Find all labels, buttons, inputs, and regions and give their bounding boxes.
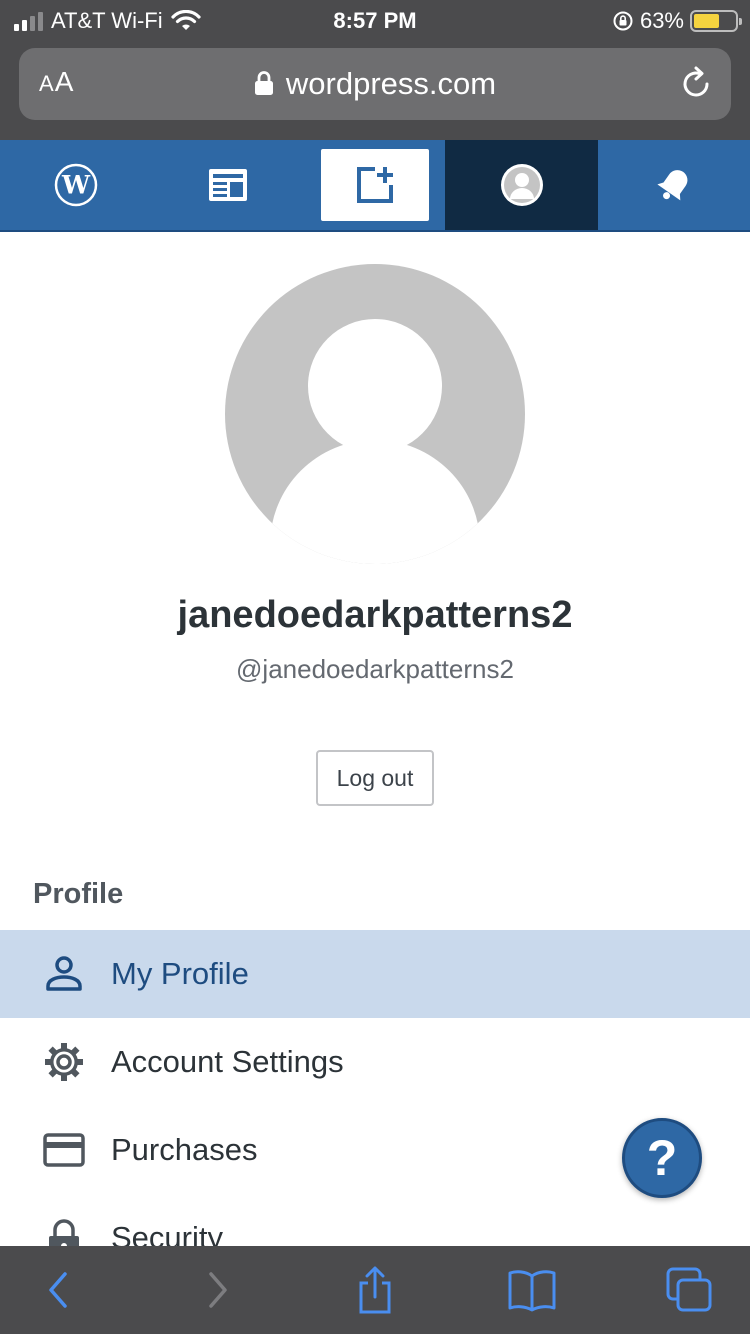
profile-menu: My Profile Account Settings Purchases Se…	[0, 930, 750, 1282]
me-avatar-icon	[500, 164, 543, 206]
profile-avatar[interactable]	[225, 264, 525, 564]
status-bar: AT&T Wi-Fi 8:57 PM 63%	[0, 0, 750, 42]
reader-icon	[209, 169, 247, 201]
forward-button[interactable]	[192, 1264, 244, 1316]
menu-label: Purchases	[111, 1132, 258, 1167]
battery-icon	[690, 10, 742, 32]
reload-icon[interactable]	[677, 65, 715, 103]
wordpress-logo-icon: W	[54, 163, 98, 207]
url-text: wordpress.com	[285, 66, 497, 101]
tabs-icon	[666, 1267, 712, 1312]
back-button[interactable]	[32, 1264, 84, 1316]
status-right: 63%	[612, 8, 742, 34]
masterbar-notifications[interactable]	[598, 140, 750, 230]
orientation-lock-icon	[613, 11, 633, 31]
profile-display-name: janedoedarkpatterns2	[177, 594, 573, 636]
gear-icon	[45, 1043, 83, 1081]
svg-text:W: W	[61, 171, 91, 200]
credit-card-icon	[43, 1133, 85, 1167]
masterbar-write[interactable]	[304, 140, 445, 230]
share-button[interactable]	[349, 1264, 401, 1316]
menu-item-account-settings[interactable]: Account Settings	[0, 1018, 750, 1106]
bookmarks-icon	[508, 1270, 556, 1312]
masterbar-me[interactable]	[445, 140, 598, 230]
browser-top-chrome: AT&T Wi-Fi 8:57 PM 63% AA wordpress.com	[0, 0, 750, 140]
write-post-icon	[356, 167, 393, 203]
section-title-profile: Profile	[33, 878, 124, 910]
menu-label: My Profile	[111, 956, 249, 991]
menu-item-my-profile[interactable]: My Profile	[0, 930, 750, 1018]
masterbar-my-sites[interactable]: W	[0, 140, 152, 230]
menu-label: Account Settings	[111, 1044, 344, 1079]
logout-button[interactable]: Log out	[316, 750, 434, 806]
person-icon	[46, 956, 82, 991]
profile-username: @janedoedarkpatterns2	[236, 654, 514, 684]
url-display[interactable]: wordpress.com	[19, 66, 731, 102]
browser-toolbar	[0, 1246, 750, 1334]
masterbar-reader[interactable]	[152, 140, 304, 230]
forward-icon	[209, 1272, 227, 1308]
battery-percent: 63%	[639, 8, 684, 33]
lock-icon	[254, 71, 273, 95]
share-icon	[359, 1266, 391, 1314]
tabs-button[interactable]	[664, 1264, 716, 1316]
back-icon	[49, 1272, 67, 1308]
notifications-bell-icon	[657, 170, 688, 201]
address-bar[interactable]: AA wordpress.com	[19, 48, 731, 120]
help-button[interactable]: ?	[622, 1118, 702, 1198]
battery-fill	[694, 14, 720, 28]
wordpress-masterbar: W	[0, 140, 750, 232]
bookmarks-button[interactable]	[506, 1264, 558, 1316]
write-button[interactable]	[320, 149, 429, 221]
